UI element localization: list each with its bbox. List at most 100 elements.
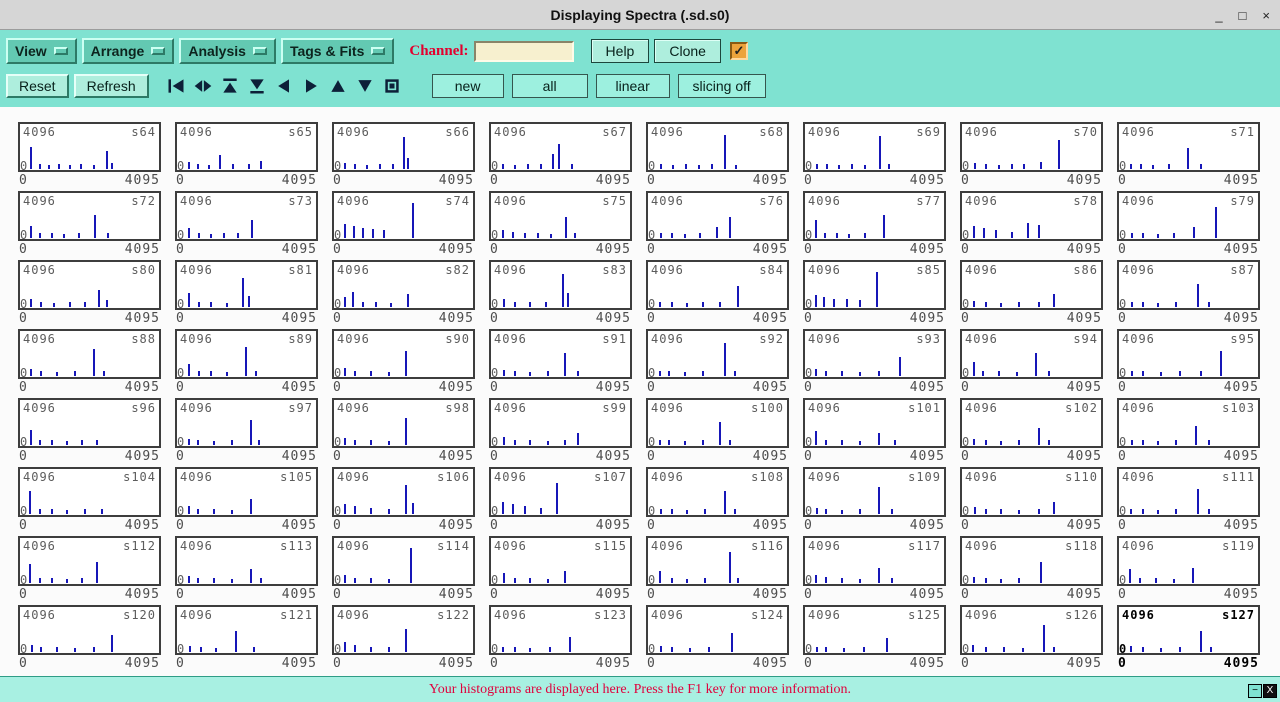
- spectrum-panel[interactable]: 4096 s68 0: [646, 122, 789, 172]
- spectrum-panel[interactable]: 4096 s69 0: [803, 122, 946, 172]
- spectrum-panel[interactable]: 4096 s107 0: [489, 467, 632, 517]
- spectrum-panel[interactable]: 4096 s97 0: [175, 398, 318, 448]
- spectrum-panel[interactable]: 4096 s100 0: [646, 398, 789, 448]
- spectrum-panel[interactable]: 4096 s66 0: [332, 122, 475, 172]
- maximize-icon[interactable]: □: [1239, 9, 1247, 22]
- spectrum-panel[interactable]: 4096 s125 0: [803, 605, 946, 655]
- spectrum-panel[interactable]: 4096 s82 0: [332, 260, 475, 310]
- spectrum-panel[interactable]: 4096 s112 0: [18, 536, 161, 586]
- spectrum-panel[interactable]: 4096 s122 0: [332, 605, 475, 655]
- expand-horizontal-button[interactable]: [191, 74, 216, 98]
- spectrum-panel[interactable]: 4096 s126 0: [960, 605, 1103, 655]
- spectrum-panel[interactable]: 4096 s121 0: [175, 605, 318, 655]
- spectrum-panel[interactable]: 4096 s72 0: [18, 191, 161, 241]
- spectrum-panel[interactable]: 4096 s88 0: [18, 329, 161, 379]
- spectrum-panel[interactable]: 4096 s123 0: [489, 605, 632, 655]
- spectrum-panel[interactable]: 4096 s120 0: [18, 605, 161, 655]
- spectrum-panel[interactable]: 4096 s117 0: [803, 536, 946, 586]
- spectrum-panel[interactable]: 4096 s103 0: [1117, 398, 1260, 448]
- histogram-spike: [539, 508, 542, 514]
- step-left-button[interactable]: [272, 74, 297, 98]
- step-up-button[interactable]: [326, 74, 351, 98]
- menu-arrange[interactable]: Arrange: [81, 38, 175, 64]
- spectrum-panel[interactable]: 4096 s64 0: [18, 122, 161, 172]
- spectrum-panel[interactable]: 4096 s104 0: [18, 467, 161, 517]
- spectrum-panel[interactable]: 4096 s93 0: [803, 329, 946, 379]
- spectrum-panel[interactable]: 4096 s108 0: [646, 467, 789, 517]
- page-up-button[interactable]: [218, 74, 243, 98]
- slicing-button[interactable]: slicing off: [677, 74, 766, 98]
- spectrum-panel[interactable]: 4096 s84 0: [646, 260, 789, 310]
- spectrum-panel[interactable]: 4096 s96 0: [18, 398, 161, 448]
- spectrum-panel[interactable]: 4096 s92 0: [646, 329, 789, 379]
- spectrum-panel[interactable]: 4096 s124 0: [646, 605, 789, 655]
- spectrum-panel[interactable]: 4096 s78 0: [960, 191, 1103, 241]
- reset-button[interactable]: Reset: [6, 74, 69, 98]
- spectrum-panel[interactable]: 4096 s115 0: [489, 536, 632, 586]
- spectrum-panel[interactable]: 4096 s75 0: [489, 191, 632, 241]
- spectrum-panel[interactable]: 4096 s70 0: [960, 122, 1103, 172]
- spectrum-panel[interactable]: 4096 s106 0: [332, 467, 475, 517]
- spectrum-panel[interactable]: 4096 s89 0: [175, 329, 318, 379]
- spectrum-panel[interactable]: 4096 s98 0: [332, 398, 475, 448]
- spectrum-panel[interactable]: 4096 s105 0: [175, 467, 318, 517]
- linear-button[interactable]: linear: [595, 74, 670, 98]
- spectrum-panel[interactable]: 4096 s127 0: [1117, 605, 1260, 655]
- x-min-label: 0: [176, 380, 185, 395]
- menu-view[interactable]: View: [6, 38, 77, 64]
- all-button[interactable]: all: [511, 74, 588, 98]
- spectrum-panel[interactable]: 4096 s116 0: [646, 536, 789, 586]
- spectrum-panel[interactable]: 4096 s67 0: [489, 122, 632, 172]
- corner-close-icon[interactable]: X: [1263, 684, 1277, 698]
- minimize-icon[interactable]: _: [1215, 9, 1222, 22]
- histogram-spike: [574, 233, 577, 238]
- spectrum-panel[interactable]: 4096 s77 0: [803, 191, 946, 241]
- skip-first-button[interactable]: [164, 74, 189, 98]
- x-axis: 0 4095: [960, 517, 1103, 533]
- spectrum-panel[interactable]: 4096 s81 0: [175, 260, 318, 310]
- spectrum-panel[interactable]: 4096 s119 0: [1117, 536, 1260, 586]
- refresh-button[interactable]: Refresh: [73, 74, 149, 98]
- menu-analysis[interactable]: Analysis: [179, 38, 276, 64]
- spectrum-panel[interactable]: 4096 s91 0: [489, 329, 632, 379]
- clone-button[interactable]: Clone: [654, 39, 721, 63]
- corner-minimize-icon[interactable]: −: [1248, 684, 1262, 698]
- spectrum-panel[interactable]: 4096 s90 0: [332, 329, 475, 379]
- help-button[interactable]: Help: [590, 39, 650, 63]
- spectrum-panel[interactable]: 4096 s86 0: [960, 260, 1103, 310]
- spectrum-panel[interactable]: 4096 s99 0: [489, 398, 632, 448]
- spectrum-panel[interactable]: 4096 s94 0: [960, 329, 1103, 379]
- spectrum-panel[interactable]: 4096 s65 0: [175, 122, 318, 172]
- spectrum-panel[interactable]: 4096 s113 0: [175, 536, 318, 586]
- toggle-checkbox[interactable]: ✓: [729, 42, 748, 60]
- spectrum-panel[interactable]: 4096 s109 0: [803, 467, 946, 517]
- menu-tags-fits[interactable]: Tags & Fits: [280, 38, 395, 64]
- x-max-label: 4095: [1223, 242, 1259, 257]
- new-button[interactable]: new: [431, 74, 504, 98]
- spectrum-panel[interactable]: 4096 s76 0: [646, 191, 789, 241]
- close-icon[interactable]: ×: [1262, 9, 1270, 22]
- spectrum-panel[interactable]: 4096 s74 0: [332, 191, 475, 241]
- spectrum-panel[interactable]: 4096 s114 0: [332, 536, 475, 586]
- page-down-button[interactable]: [245, 74, 270, 98]
- spectrum-panel[interactable]: 4096 s73 0: [175, 191, 318, 241]
- spectrum-panel[interactable]: 4096 s79 0: [1117, 191, 1260, 241]
- histogram-spike: [84, 509, 87, 514]
- spectrum-panel[interactable]: 4096 s111 0: [1117, 467, 1260, 517]
- spectrum-panel[interactable]: 4096 s87 0: [1117, 260, 1260, 310]
- zoom-box-button[interactable]: [380, 74, 405, 98]
- channel-input[interactable]: [473, 40, 574, 62]
- step-down-button[interactable]: [353, 74, 378, 98]
- spectrum-panel[interactable]: 4096 s85 0: [803, 260, 946, 310]
- spectrum-panel[interactable]: 4096 s95 0: [1117, 329, 1260, 379]
- spectrum-panel[interactable]: 4096 s83 0: [489, 260, 632, 310]
- spectrum-panel[interactable]: 4096 s110 0: [960, 467, 1103, 517]
- spectrum-panel[interactable]: 4096 s118 0: [960, 536, 1103, 586]
- histogram-spike: [1018, 302, 1021, 307]
- spectrum-panel[interactable]: 4096 s80 0: [18, 260, 161, 310]
- step-right-button[interactable]: [299, 74, 324, 98]
- spectrum-panel[interactable]: 4096 s102 0: [960, 398, 1103, 448]
- spectrum-panel[interactable]: 4096 s101 0: [803, 398, 946, 448]
- spectrum-panel[interactable]: 4096 s71 0: [1117, 122, 1260, 172]
- histogram-spike: [529, 301, 532, 307]
